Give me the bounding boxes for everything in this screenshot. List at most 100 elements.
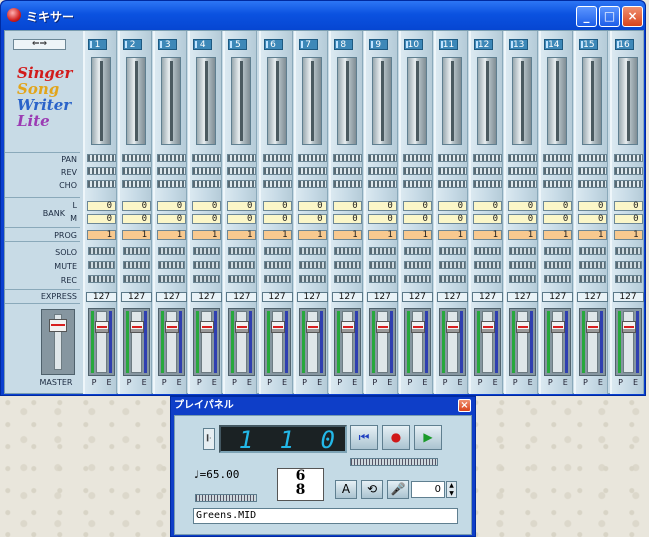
bank-m-field[interactable]: 0 [367, 214, 397, 224]
mute-button[interactable] [263, 261, 291, 269]
bank-m-field[interactable]: 0 [543, 214, 573, 224]
mute-button[interactable] [509, 261, 537, 269]
bank-l-field[interactable]: 0 [332, 201, 362, 211]
fader-cap[interactable] [551, 321, 566, 333]
channel-number-button[interactable]: 2 [123, 39, 143, 50]
rec-button[interactable] [509, 275, 537, 283]
channel-fader[interactable] [368, 308, 396, 376]
pan-knob[interactable] [438, 154, 467, 162]
prog-field[interactable]: 1 [367, 230, 397, 240]
solo-button[interactable] [263, 247, 291, 255]
express-field[interactable]: 127 [226, 292, 258, 302]
maximize-button[interactable]: □ [599, 6, 620, 27]
bank-l-field[interactable]: 0 [473, 201, 503, 211]
bank-l-field[interactable]: 0 [438, 201, 467, 211]
play-button[interactable]: ▶ [414, 425, 442, 450]
rev-knob[interactable] [543, 167, 573, 175]
bank-l-field[interactable]: 0 [192, 201, 222, 211]
channel-number-button[interactable]: 9 [368, 39, 388, 50]
solo-button[interactable] [193, 247, 221, 255]
bank-l-field[interactable]: 0 [578, 201, 608, 211]
play-panel-close-button[interactable]: × [458, 399, 471, 412]
fader-cap[interactable] [165, 321, 180, 333]
bank-m-field[interactable]: 0 [192, 214, 222, 224]
express-field[interactable]: 127 [86, 292, 117, 302]
channel-fader[interactable] [544, 308, 572, 376]
mute-button[interactable] [368, 261, 396, 269]
rev-knob[interactable] [438, 167, 467, 175]
channel-number-button[interactable]: 1 [88, 39, 107, 50]
fader-cap[interactable] [516, 321, 531, 333]
fader-cap[interactable] [375, 321, 390, 333]
bank-l-field[interactable]: 0 [297, 201, 327, 211]
pan-knob[interactable] [157, 154, 187, 162]
cho-knob[interactable] [122, 180, 152, 188]
tempo-slider[interactable] [195, 494, 257, 502]
bank-l-field[interactable]: 0 [122, 201, 152, 211]
bank-m-field[interactable]: 0 [262, 214, 292, 224]
rewind-button[interactable]: ⏮ [350, 425, 378, 450]
solo-button[interactable] [88, 247, 115, 255]
express-field[interactable]: 127 [366, 292, 398, 302]
prog-field[interactable]: 1 [578, 230, 608, 240]
rec-button[interactable] [158, 275, 186, 283]
channel-number-button[interactable]: 12 [474, 39, 494, 50]
express-field[interactable]: 127 [577, 292, 609, 302]
fader-cap[interactable] [410, 321, 425, 333]
cho-knob[interactable] [332, 180, 362, 188]
channel-fader[interactable] [123, 308, 151, 376]
express-field[interactable]: 127 [331, 292, 363, 302]
bank-l-field[interactable]: 0 [543, 201, 573, 211]
bank-m-field[interactable]: 0 [402, 214, 432, 224]
cho-knob[interactable] [438, 180, 467, 188]
rec-button[interactable] [333, 275, 361, 283]
a-button[interactable]: A [335, 480, 357, 499]
bank-m-field[interactable]: 0 [508, 214, 538, 224]
solo-button[interactable] [123, 247, 151, 255]
rev-knob[interactable] [227, 167, 257, 175]
channel-fader[interactable] [509, 308, 537, 376]
rec-button[interactable] [544, 275, 572, 283]
bank-m-field[interactable]: 0 [578, 214, 608, 224]
channel-fader[interactable] [474, 308, 502, 376]
bank-m-field[interactable]: 0 [297, 214, 327, 224]
cho-knob[interactable] [473, 180, 503, 188]
rec-button[interactable] [263, 275, 291, 283]
solo-button[interactable] [228, 247, 256, 255]
channel-number-button[interactable]: 7 [298, 39, 318, 50]
channel-number-button[interactable]: 6 [263, 39, 283, 50]
solo-button[interactable] [298, 247, 326, 255]
fader-cap[interactable] [200, 321, 215, 333]
pan-knob[interactable] [87, 154, 116, 162]
express-field[interactable]: 127 [472, 292, 504, 302]
bank-m-field[interactable]: 0 [87, 214, 116, 224]
express-field[interactable]: 127 [612, 292, 644, 302]
rev-knob[interactable] [332, 167, 362, 175]
mixer-titlebar[interactable]: ミキサー _ □ × [1, 1, 645, 30]
cho-knob[interactable] [578, 180, 608, 188]
fader-cap[interactable] [586, 321, 601, 333]
solo-button[interactable] [509, 247, 537, 255]
express-field[interactable]: 127 [261, 292, 293, 302]
rev-knob[interactable] [157, 167, 187, 175]
mute-button[interactable] [439, 261, 466, 269]
channel-fader[interactable] [158, 308, 186, 376]
channel-number-button[interactable]: 8 [333, 39, 353, 50]
rev-knob[interactable] [613, 167, 643, 175]
express-field[interactable]: 127 [156, 292, 188, 302]
mute-button[interactable] [88, 261, 115, 269]
cho-knob[interactable] [613, 180, 643, 188]
pan-knob[interactable] [402, 154, 432, 162]
record-button[interactable]: ● [382, 425, 410, 450]
pan-knob[interactable] [122, 154, 152, 162]
minimize-button[interactable]: _ [576, 6, 597, 27]
bank-l-field[interactable]: 0 [157, 201, 187, 211]
bank-m-field[interactable]: 0 [438, 214, 467, 224]
bank-l-field[interactable]: 0 [613, 201, 643, 211]
bank-l-field[interactable]: 0 [262, 201, 292, 211]
rec-button[interactable] [403, 275, 431, 283]
cho-knob[interactable] [157, 180, 187, 188]
prog-field[interactable]: 1 [473, 230, 503, 240]
repeat-icon[interactable]: 𝄆 [203, 428, 215, 450]
pan-knob[interactable] [508, 154, 538, 162]
